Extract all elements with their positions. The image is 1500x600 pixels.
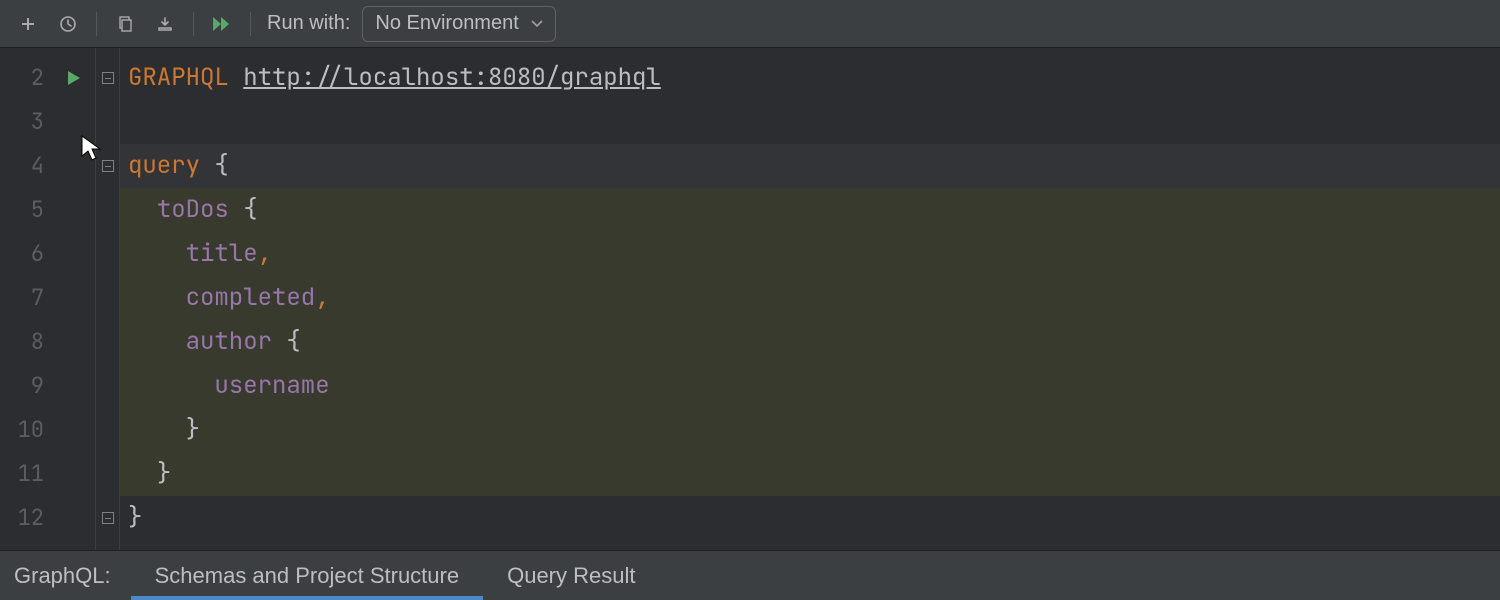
toolbar-separator xyxy=(250,12,251,36)
toolbar-separator xyxy=(96,12,97,36)
tab-query-result[interactable]: Query Result xyxy=(483,551,659,600)
line-number: 12 xyxy=(0,496,52,540)
toolbar-separator xyxy=(193,12,194,36)
keyword-query: query xyxy=(128,150,200,181)
tab-label: Query Result xyxy=(507,563,635,589)
field-author: author xyxy=(186,326,272,357)
import-icon xyxy=(157,16,173,32)
field-completed: completed xyxy=(186,282,316,313)
field-username: username xyxy=(214,370,329,401)
line-number: 10 xyxy=(0,408,52,452)
line-number: 4 xyxy=(0,144,52,188)
fold-minus-icon xyxy=(102,72,114,84)
plus-icon xyxy=(20,16,36,32)
line-number: 8 xyxy=(0,320,52,364)
tab-label: Schemas and Project Structure xyxy=(155,563,459,589)
line-number: 7 xyxy=(0,276,52,320)
gutter-fold xyxy=(96,48,120,550)
code-content[interactable]: GRAPHQL http://localhost:8080/graphql qu… xyxy=(120,48,1500,550)
environment-select[interactable]: No Environment xyxy=(362,6,555,42)
clock-icon xyxy=(59,15,77,33)
run-with-label: Run with: xyxy=(267,12,350,35)
gutter-line-numbers: 2 3 4 5 6 7 8 9 10 11 12 xyxy=(0,48,52,550)
line-number: 11 xyxy=(0,452,52,496)
line-number: 6 xyxy=(0,232,52,276)
fold-toggle[interactable] xyxy=(96,496,119,540)
run-all-icon xyxy=(212,15,232,33)
line-number: 9 xyxy=(0,364,52,408)
chevron-down-icon xyxy=(531,20,543,28)
gutter-run xyxy=(52,48,96,550)
brace-open: { xyxy=(214,150,228,181)
environment-value: No Environment xyxy=(375,12,518,35)
run-request-gutter-button[interactable] xyxy=(52,56,95,100)
http-method: GRAPHQL xyxy=(128,62,229,93)
fold-toggle[interactable] xyxy=(96,56,119,100)
copy-icon xyxy=(117,16,133,32)
line-number: 3 xyxy=(0,100,52,144)
mouse-cursor-icon xyxy=(80,134,102,162)
line-number: 5 xyxy=(0,188,52,232)
add-request-button[interactable] xyxy=(12,8,44,40)
brace-close: } xyxy=(128,502,142,533)
line-number: 2 xyxy=(0,56,52,100)
examples-button[interactable] xyxy=(109,8,141,40)
field-toDos: toDos xyxy=(157,194,229,225)
field-title: title xyxy=(186,238,258,269)
history-button[interactable] xyxy=(52,8,84,40)
graphql-panel-title: GraphQL: xyxy=(0,563,131,589)
code-editor[interactable]: 2 3 4 5 6 7 8 9 10 11 12 GRAPHQL http://… xyxy=(0,48,1500,550)
http-client-toolbar: Run with: No Environment xyxy=(0,0,1500,48)
fold-minus-icon xyxy=(102,512,114,524)
endpoint-url[interactable]: http://localhost:8080/graphql xyxy=(243,62,661,93)
run-all-button[interactable] xyxy=(206,8,238,40)
import-button[interactable] xyxy=(149,8,181,40)
fold-minus-icon xyxy=(102,160,114,172)
play-icon xyxy=(67,70,81,86)
tab-schemas[interactable]: Schemas and Project Structure xyxy=(131,551,483,600)
graphql-tool-window: GraphQL: Schemas and Project Structure Q… xyxy=(0,550,1500,600)
